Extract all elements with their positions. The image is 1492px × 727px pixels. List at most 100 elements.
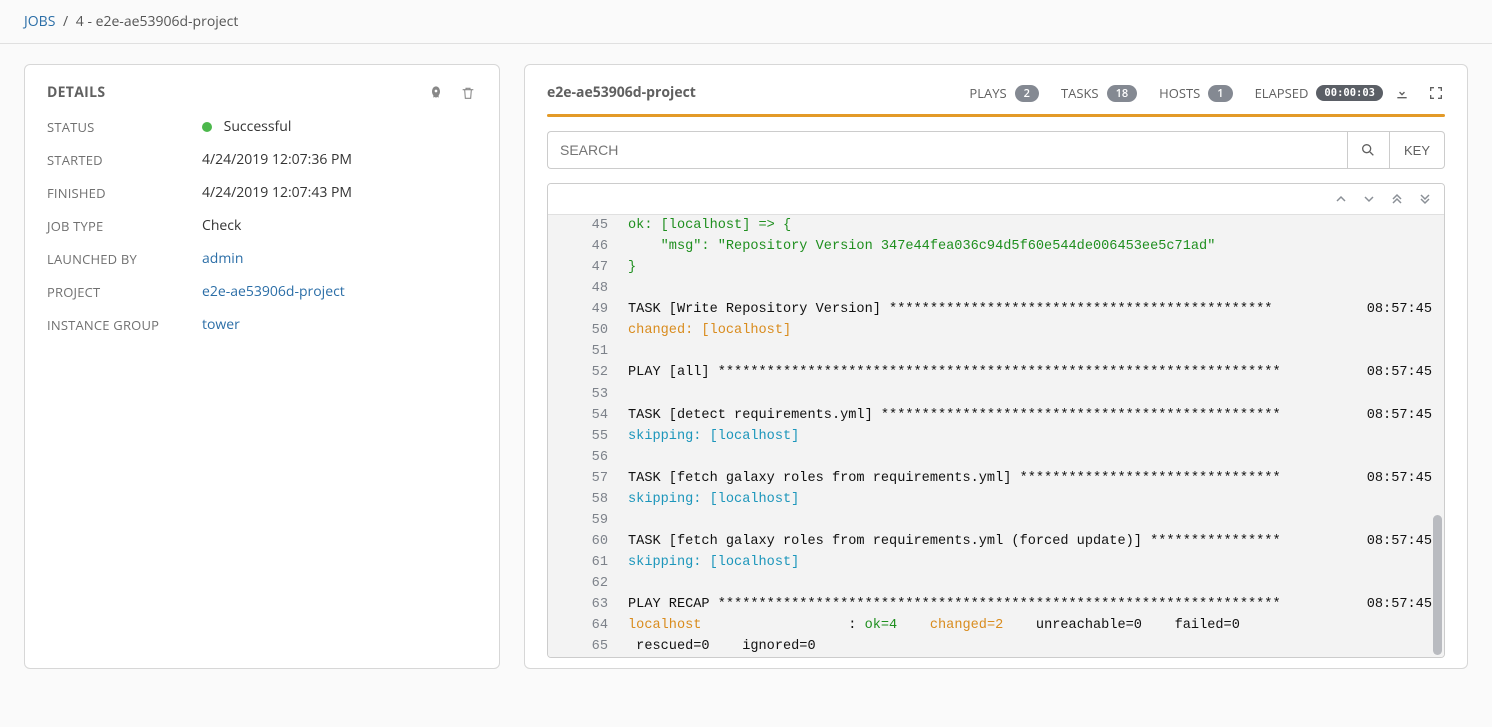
expand-icon[interactable] [1427, 84, 1445, 102]
line-number: 65 [548, 636, 620, 657]
instance-group-link[interactable]: tower [202, 315, 240, 334]
line-timestamp [1426, 278, 1444, 299]
line-text [620, 573, 1426, 594]
instance-group-label: INSTANCE GROUP [47, 316, 202, 334]
jobtype-label: JOB TYPE [47, 217, 202, 235]
breadcrumb-sep: / [63, 12, 68, 31]
launched-label: LAUNCHED BY [47, 250, 202, 268]
line-timestamp [1426, 215, 1444, 236]
output-wrap: 45ok: [localhost] => {46 "msg": "Reposit… [547, 183, 1445, 658]
output-line: 51 [548, 341, 1444, 362]
output-line: 50changed: [localhost] [548, 320, 1444, 341]
line-timestamp [1426, 236, 1444, 257]
trash-icon[interactable] [459, 84, 477, 102]
line-timestamp: 08:57:45 [1361, 405, 1444, 426]
line-text: TASK [Write Repository Version] ********… [620, 299, 1361, 320]
line-timestamp: 08:57:45 [1361, 362, 1444, 383]
output-panel: e2e-ae53906d-project PLAYS2 TASKS18 HOST… [524, 64, 1468, 669]
output-line: 60TASK [fetch galaxy roles from requirem… [548, 531, 1444, 552]
started-label: STARTED [47, 151, 202, 169]
line-number: 49 [548, 299, 620, 320]
status-dot-icon [202, 122, 212, 132]
output-line: 65 rescued=0 ignored=0 [548, 636, 1444, 657]
tasks-label: TASKS [1061, 84, 1099, 102]
line-text: } [620, 257, 1426, 278]
launched-by-link[interactable]: admin [202, 249, 243, 268]
line-number: 50 [548, 320, 620, 341]
line-number: 64 [548, 615, 620, 636]
line-number: 48 [548, 278, 620, 299]
output-line: 61skipping: [localhost] [548, 552, 1444, 573]
line-timestamp [1426, 489, 1444, 510]
elapsed-value: 00:00:03 [1316, 85, 1383, 101]
finished-label: FINISHED [47, 184, 202, 202]
line-text: PLAY RECAP *****************************… [620, 594, 1361, 615]
line-timestamp: 08:57:45 [1361, 531, 1444, 552]
line-text: TASK [detect requirements.yml] *********… [620, 405, 1361, 426]
search-button[interactable] [1347, 131, 1389, 169]
output-line: 53 [548, 384, 1444, 405]
status-label: STATUS [47, 118, 202, 136]
output-line: 46 "msg": "Repository Version 347e44fea0… [548, 236, 1444, 257]
chevron-down-icon[interactable] [1360, 190, 1378, 208]
line-text [620, 384, 1426, 405]
output-stats: PLAYS2 TASKS18 HOSTS1 ELAPSED00:00:03 [969, 84, 1383, 102]
line-number: 55 [548, 426, 620, 447]
line-timestamp [1426, 320, 1444, 341]
tasks-count: 18 [1107, 85, 1138, 102]
row-status: STATUS Successful [47, 110, 477, 143]
jobtype-value: Check [202, 216, 241, 235]
output-line: 52PLAY [all] ***************************… [548, 362, 1444, 383]
line-timestamp [1426, 426, 1444, 447]
line-text: ok: [localhost] => { [620, 215, 1426, 236]
key-button[interactable]: KEY [1389, 131, 1445, 169]
line-text: PLAY [all] *****************************… [620, 362, 1361, 383]
line-text: changed: [localhost] [620, 320, 1426, 341]
line-timestamp: 08:57:45 [1361, 594, 1444, 615]
search-input[interactable] [547, 131, 1347, 169]
breadcrumb-leaf: 4 - e2e-ae53906d-project [76, 12, 239, 31]
output-line: 45ok: [localhost] => { [548, 215, 1444, 236]
line-text [620, 447, 1426, 468]
output-nav [548, 184, 1444, 215]
breadcrumb: JOBS / 4 - e2e-ae53906d-project [0, 0, 1492, 44]
hosts-count: 1 [1208, 85, 1232, 102]
double-chevron-down-icon[interactable] [1416, 190, 1434, 208]
line-text [620, 341, 1426, 362]
details-title: DETAILS [47, 83, 105, 102]
rocket-icon[interactable] [427, 84, 445, 102]
line-text [620, 510, 1426, 531]
line-number: 59 [548, 510, 620, 531]
status-value: Successful [202, 117, 291, 136]
output-line: 63PLAY RECAP ***************************… [548, 594, 1444, 615]
scrollbar-thumb[interactable] [1433, 515, 1442, 655]
breadcrumb-root[interactable]: JOBS [24, 12, 55, 31]
started-value: 4/24/2019 12:07:36 PM [202, 150, 352, 169]
double-chevron-up-icon[interactable] [1388, 190, 1406, 208]
line-number: 51 [548, 341, 620, 362]
output-line: 49TASK [Write Repository Version] ******… [548, 299, 1444, 320]
plays-count: 2 [1015, 85, 1039, 102]
line-text: TASK [fetch galaxy roles from requiremen… [620, 468, 1361, 489]
chevron-up-icon[interactable] [1332, 190, 1350, 208]
elapsed-label: ELAPSED [1255, 84, 1309, 102]
output-line: 54TASK [detect requirements.yml] *******… [548, 405, 1444, 426]
line-number: 52 [548, 362, 620, 383]
line-number: 58 [548, 489, 620, 510]
output-line: 64localhost : ok=4 changed=2 unreachable… [548, 615, 1444, 636]
project-link[interactable]: e2e-ae53906d-project [202, 282, 345, 301]
output-line: 56 [548, 447, 1444, 468]
status-text: Successful [224, 117, 292, 136]
plays-label: PLAYS [969, 84, 1006, 102]
line-text: localhost : ok=4 changed=2 unreachable=0… [620, 615, 1426, 636]
line-timestamp: 08:57:45 [1361, 468, 1444, 489]
line-text: skipping: [localhost] [620, 426, 1426, 447]
output-line: 58skipping: [localhost] [548, 489, 1444, 510]
download-icon[interactable] [1393, 84, 1411, 102]
line-text [620, 278, 1426, 299]
line-number: 54 [548, 405, 620, 426]
line-timestamp [1426, 384, 1444, 405]
finished-value: 4/24/2019 12:07:43 PM [202, 183, 352, 202]
output-body[interactable]: 45ok: [localhost] => {46 "msg": "Reposit… [548, 215, 1444, 657]
search-row: KEY [547, 131, 1445, 169]
